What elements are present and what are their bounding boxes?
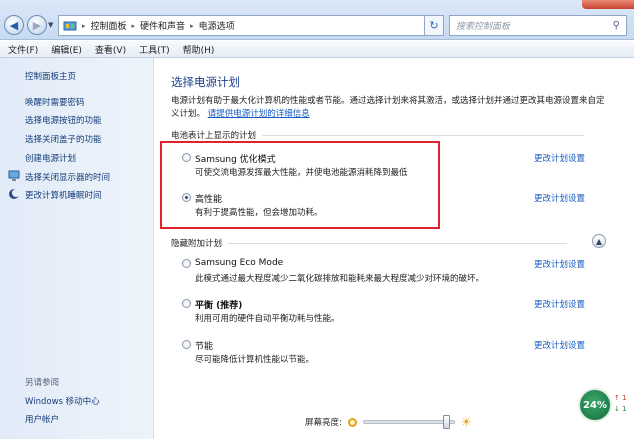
change-plan-settings-link[interactable]: 更改计划设置 — [534, 192, 585, 204]
plan-radio[interactable] — [182, 340, 191, 349]
control-panel-icon — [63, 20, 77, 32]
recent-pages-dropdown[interactable]: ▼ — [48, 21, 53, 29]
plan-description: 尽可能降低计算机性能以节能。 — [195, 355, 315, 365]
change-plan-settings-link[interactable]: 更改计划设置 — [534, 298, 585, 310]
section-divider — [262, 134, 585, 136]
plan-name: Samsung Eco Mode — [195, 258, 284, 268]
close-window-button[interactable] — [582, 0, 634, 9]
back-button[interactable]: ◀ — [4, 15, 24, 35]
sidebar-item-user-accounts[interactable]: 用户帐户 — [25, 413, 59, 425]
download-speed: ↓ 1 — [614, 405, 627, 413]
highlight-box — [160, 141, 440, 229]
sidebar-item-sleep-time[interactable]: 更改计算机睡眠时间 — [25, 189, 102, 201]
upload-value: 1 — [622, 394, 627, 402]
sidebar-item-lid[interactable]: 选择关闭盖子的功能 — [25, 133, 102, 145]
change-plan-settings-link[interactable]: 更改计划设置 — [534, 258, 585, 270]
menu-bar: 文件(F) 编辑(E) 查看(V) 工具(T) 帮助(H) — [0, 41, 634, 58]
page-description: 电源计划有助于最大化计算机的性能或者节能。通过选择计划来将其激活，或选择计划并通… — [171, 95, 611, 121]
search-input[interactable]: 搜索控制面板 ⚲ — [449, 15, 627, 36]
arrow-left-icon: ◀ — [9, 18, 19, 32]
chevron-up-icon: ▲ — [595, 236, 603, 246]
page-title: 选择电源计划 — [171, 75, 240, 89]
breadcrumb-separator-icon: ▸ — [82, 21, 86, 30]
breadcrumb-item[interactable]: 硬件和声音 — [140, 19, 185, 32]
upload-speed: ↑ 1 — [614, 394, 627, 402]
sun-bright-icon: ☀ — [460, 415, 472, 429]
plan-details-link[interactable]: 请提供电源计划的详细信息 — [208, 109, 310, 119]
search-icon[interactable]: ⚲ — [613, 20, 620, 31]
breadcrumb-separator-icon: ▸ — [131, 21, 136, 30]
see-also-heading: 另请参阅 — [25, 378, 60, 388]
plan-radio[interactable] — [182, 299, 191, 308]
breadcrumb-item[interactable]: 电源选项 — [199, 19, 235, 32]
moon-icon — [8, 188, 20, 200]
arrow-right-icon: ▶ — [32, 18, 42, 32]
section-title: 隐藏附加计划 — [171, 239, 223, 249]
battery-widget: 24% ↑ 1 ↓ 1 — [572, 388, 634, 439]
menu-view[interactable]: 查看(V) — [95, 43, 126, 56]
brightness-slider[interactable] — [362, 415, 455, 429]
plan-name: 节能 — [195, 342, 214, 352]
sun-dim-icon — [347, 417, 357, 427]
brightness-slider-thumb[interactable] — [442, 415, 450, 429]
sidebar-item-create-plan[interactable]: 创建电源计划 — [25, 152, 76, 164]
menu-tools[interactable]: 工具(T) — [139, 43, 170, 56]
sidebar-item-power-button[interactable]: 选择电源按钮的功能 — [25, 114, 102, 126]
menu-edit[interactable]: 编辑(E) — [51, 43, 82, 56]
brightness-label: 屏幕亮度: — [305, 418, 342, 428]
battery-percent-badge[interactable]: 24% — [578, 388, 612, 422]
main-content: 选择电源计划 电源计划有助于最大化计算机的性能或者节能。通过选择计划来将其激活，… — [155, 58, 634, 439]
sidebar-item-wake-password[interactable]: 唤醒时需要密码 — [25, 96, 85, 108]
section-hidden-plans: 隐藏附加计划 — [171, 237, 568, 249]
download-value: 1 — [622, 405, 627, 413]
breadcrumb-item[interactable]: 控制面板 — [91, 19, 127, 32]
change-plan-settings-link[interactable]: 更改计划设置 — [534, 152, 585, 164]
search-placeholder: 搜索控制面板 — [456, 22, 511, 32]
monitor-icon — [8, 170, 20, 182]
section-divider — [228, 242, 568, 244]
refresh-button[interactable]: ↻ — [424, 15, 444, 36]
sidebar: 控制面板主页 唤醒时需要密码 选择电源按钮的功能 选择关闭盖子的功能 创建电源计… — [0, 58, 154, 439]
plan-description: 此模式通过最大程度减少二氧化碳排放和能耗来最大程度减少对环境的破坏。 — [195, 274, 485, 284]
address-bar: ◀ ▶ ▼ ▸ 控制面板 ▸ 硬件和声音 ▸ 电源选项 ▼ ↻ 搜索控制面板 ⚲ — [0, 0, 634, 40]
plan-radio[interactable] — [182, 259, 191, 268]
menu-file[interactable]: 文件(F) — [8, 43, 38, 56]
sidebar-item-mobility-center[interactable]: Windows 移动中心 — [25, 395, 100, 407]
forward-button[interactable]: ▶ — [27, 15, 47, 35]
menu-help[interactable]: 帮助(H) — [183, 43, 215, 56]
collapse-button[interactable]: ▲ — [592, 234, 606, 248]
refresh-icon: ↻ — [429, 19, 439, 32]
section-battery-meter-plans: 电池表计上显示的计划 — [171, 129, 585, 141]
sidebar-item-home[interactable]: 控制面板主页 — [25, 70, 76, 82]
section-title: 电池表计上显示的计划 — [171, 131, 257, 141]
sidebar-item-display-off[interactable]: 选择关闭显示器的时间 — [25, 171, 110, 183]
breadcrumb-separator-icon: ▸ — [190, 21, 194, 30]
plan-description: 利用可用的硬件自动平衡功耗与性能。 — [195, 314, 340, 324]
change-plan-settings-link[interactable]: 更改计划设置 — [534, 339, 585, 351]
plan-name: 平衡 (推荐) — [195, 301, 243, 311]
brightness-control: 屏幕亮度: ☀ — [305, 415, 472, 429]
breadcrumb[interactable]: ▸ 控制面板 ▸ 硬件和声音 ▸ 电源选项 ▼ — [58, 15, 441, 36]
